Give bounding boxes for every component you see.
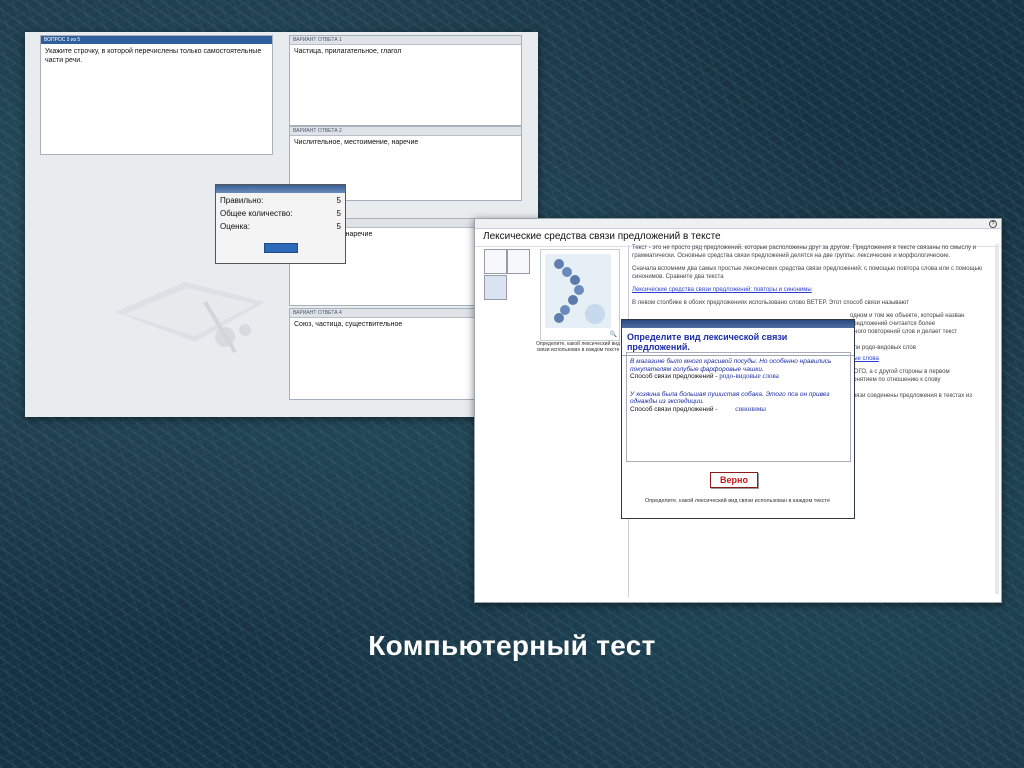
text-line: или родо-видовых слов	[850, 345, 916, 351]
lesson-image[interactable]: 🔍	[540, 249, 620, 341]
paragraph-1: Текст - это не просто ряд предложений, к…	[632, 245, 977, 259]
result-value: 5	[336, 209, 341, 218]
lesson-media-panel: 🔍 Определите, какой лексический вид связ…	[478, 245, 629, 597]
example-text-1: В магазине было много красивой посуды. Н…	[630, 358, 832, 373]
lesson-link[interactable]: Лексические средства связи предложений: …	[632, 287, 812, 293]
dialog-footer-text: Определите, какой лексический вид связи …	[644, 498, 831, 504]
result-label: Оценка:	[220, 222, 250, 231]
example-text-2: У хозяина была большая пушистая собака. …	[630, 390, 830, 406]
text-line: ВОГО, а с другой стороны в первом	[850, 369, 950, 375]
answer-value[interactable]: родо-видовые слова	[719, 372, 779, 380]
answer-value[interactable]: синонимы	[735, 405, 766, 413]
result-row: Общее количество: 5	[216, 208, 345, 219]
answer-text: Числительное, местоимение, наречие	[294, 139, 419, 146]
thumbnail-3[interactable]	[484, 275, 507, 300]
question-text: Укажите строчку, в которой перечислены т…	[45, 48, 262, 64]
help-icon[interactable]: ?	[989, 220, 997, 228]
result-label: Правильно:	[220, 196, 264, 205]
paragraph-2: Сначала вспомним два самых простые лекси…	[632, 266, 983, 280]
result-dialog: Правильно: 5 Общее количество: 5 Оценка:…	[215, 184, 346, 264]
result-label: Общее количество:	[220, 209, 293, 218]
text-line: много повторений слов и делает текст	[850, 329, 958, 335]
slide-caption: Компьютерный тест	[368, 630, 656, 661]
result-value: 5	[336, 196, 341, 205]
answer-label: Способ связи предложений -	[630, 373, 718, 380]
image-caption: Определите, какой лексический вид связи …	[535, 341, 621, 353]
paragraph-3: В левом столбике в обоих предложениях ис…	[632, 300, 909, 306]
answer-line-1: Способ связи предложений - родо-видовые …	[627, 372, 850, 381]
dialog-exercise-area: В магазине было много красивой посуды. Н…	[626, 352, 851, 462]
lesson-toolbar: ?	[475, 219, 1001, 229]
thumbnail-1[interactable]	[484, 249, 507, 274]
result-row: Правильно: 5	[216, 195, 345, 206]
result-dialog-titlebar	[216, 185, 345, 193]
text-line: связи соединены предложения в текстах из	[850, 393, 972, 399]
text-line: понятием по отношению к слову	[850, 377, 941, 383]
result-row: Оценка: 5	[216, 221, 345, 232]
question-header: ВОПРОС 5 из 5	[41, 36, 272, 44]
answer-header: ВАРИАНТ ОТВЕТА 2	[290, 127, 521, 136]
answer-header: ВАРИАНТ ОТВЕТА 1	[290, 36, 521, 45]
result-button[interactable]: Верно	[710, 472, 758, 488]
answer-text: Частица, прилагательное, глагол	[294, 48, 402, 55]
zoom-icon[interactable]: 🔍	[610, 331, 617, 338]
thumbnail-2[interactable]	[507, 249, 530, 274]
test-question-screenshot: ВОПРОС 5 из 5 Укажите строчку, в которой…	[25, 32, 538, 417]
answer-label: Способ связи предложений -	[630, 405, 718, 413]
answer-line-2: Способ связи предложений - синонимы	[627, 405, 850, 414]
molecule-illustration	[554, 259, 605, 324]
text-line-link[interactable]: вые слова	[850, 355, 994, 363]
answer-option-1[interactable]: ВАРИАНТ ОТВЕТА 1 Частица, прилагательное…	[289, 35, 522, 126]
text-line: предложений считается более	[850, 321, 936, 327]
exercise-dialog: Определите вид лексической связи предлож…	[621, 319, 855, 519]
dialog-titlebar	[622, 320, 854, 328]
result-ok-button[interactable]	[264, 243, 298, 253]
text-line: одном и том же объекте, который назван	[850, 313, 965, 319]
lesson-screenshot: ? Лексические средства связи предложений…	[474, 218, 1002, 603]
question-panel: ВОПРОС 5 из 5 Укажите строчку, в которой…	[40, 35, 273, 155]
scrollbar[interactable]	[995, 244, 999, 594]
result-value: 5	[336, 222, 341, 231]
